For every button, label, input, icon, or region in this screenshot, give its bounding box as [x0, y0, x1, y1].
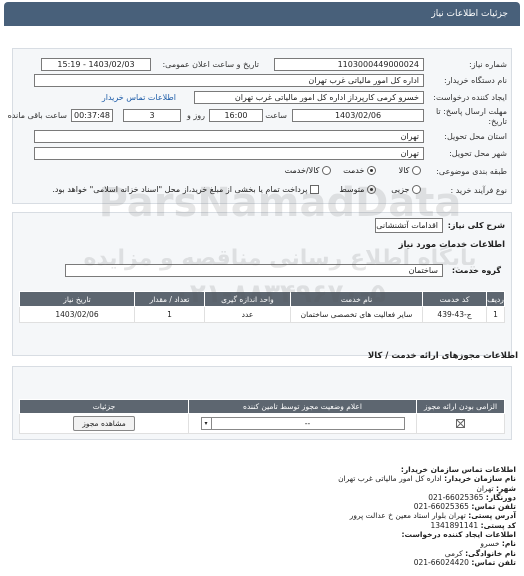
contact-city-row: شهر: تهران [476, 483, 516, 493]
contact-fax-row: دورنگار: 66025365-021 [428, 492, 516, 502]
checkbox-icon[interactable] [310, 185, 319, 194]
buyer-contact-link[interactable]: اطلاعات تماس خریدار [102, 93, 176, 102]
cell-row: 1 [486, 306, 505, 323]
permit-status-select[interactable]: -- ▾ [200, 417, 405, 430]
services-table-header: ردیف کد خدمت نام خدمت واحد اندازه گیری ت… [19, 291, 505, 307]
creator-field[interactable]: خسرو کرمی کارپرداز اداره کل امور مالیاتی… [194, 91, 424, 104]
province-field[interactable]: تهران [34, 130, 424, 143]
radio-icon[interactable] [412, 166, 421, 175]
col-status: اعلام وضعیت مجوز توسط تامین کننده [188, 399, 417, 414]
table-row[interactable]: -- ▾ مشاهده مجوز [19, 413, 505, 434]
cell-details: مشاهده مجوز [19, 413, 189, 434]
creator-name-row: نام: خسرو [480, 539, 516, 549]
col-date: تاریخ نیاز [19, 291, 135, 307]
contact-info: اطلاعات تماس سازمان خریدار: نام سازمان خ… [8, 465, 516, 567]
category-option-goods-service[interactable]: کالا/خدمت [285, 166, 331, 175]
contact-org-row: نام سازمان خریدار: اداره کل امور مالیاتی… [338, 474, 516, 484]
col-details: جزئیات [19, 399, 189, 414]
cell-status: -- ▾ [188, 413, 417, 434]
buyer-label: نام دستگاه خریدار: [444, 76, 507, 85]
deadline-time-field[interactable]: 16:00 [209, 109, 263, 122]
need-number-field[interactable]: 1103000449000024 [274, 58, 424, 71]
category-option-service[interactable]: خدمت [343, 166, 376, 175]
cell-qty: 1 [134, 306, 205, 323]
process-label: نوع فرآیند خرید : [450, 186, 507, 195]
checkbox-x-icon [456, 419, 465, 429]
cell-date: 1403/02/06 [19, 306, 135, 323]
need-details-panel: شماره نیاز: 1103000449000024 تاریخ و ساع… [8, 48, 512, 204]
days-label: روز و [187, 111, 205, 120]
remaining-time-field[interactable]: 00:37:48 [71, 109, 113, 122]
page-title: جزئیات اطلاعات نیاز [431, 9, 508, 19]
deadline-label: مهلت ارسال پاسخ: تا [435, 107, 507, 116]
col-code: کد خدمت [422, 291, 487, 307]
cell-code: ج-43-439 [422, 306, 487, 323]
city-label: شهر محل تحویل: [449, 149, 507, 158]
buyer-field[interactable]: اداره کل امور مالیاتی غرب تهران [34, 74, 424, 87]
contact-address-row: آدرس پستی: تهران بلوار استاد معین خ عدال… [349, 511, 516, 521]
permits-section-title: اطلاعات مجوزهای ارائه خدمت / کالا [367, 351, 518, 361]
remaining-label: ساعت باقی مانده [7, 111, 67, 120]
permit-status-value: -- [304, 419, 311, 428]
col-row: ردیف [486, 291, 505, 307]
province-label: استان محل تحویل: [444, 132, 507, 141]
permits-table: الزامی بودن ارائه مجوز اعلام وضعیت مجوز … [19, 399, 505, 434]
cell-required [416, 413, 505, 434]
payment-treasury-checkbox[interactable]: پرداخت تمام یا بخشی از مبلغ خرید،از محل … [52, 185, 319, 194]
services-panel: شرح کلی نیاز: اقدامات آتشنشانی اطلاعات خ… [12, 212, 512, 356]
view-permit-button[interactable]: مشاهده مجوز [73, 416, 135, 431]
city-field[interactable]: تهران [34, 147, 424, 160]
services-table-wrap: ردیف کد خدمت نام خدمت واحد اندازه گیری ت… [19, 291, 505, 323]
announce-field[interactable]: 1403/02/03 - 15:19 [41, 58, 151, 71]
radio-checked-icon[interactable] [367, 166, 376, 175]
process-option-minor[interactable]: جزیی [391, 185, 421, 194]
chevron-down-icon[interactable]: ▾ [202, 418, 212, 429]
services-table: ردیف کد خدمت نام خدمت واحد اندازه گیری ت… [19, 291, 505, 323]
creator-family-row: نام خانوادگی: کرمی [444, 548, 516, 558]
deadline-date-field[interactable]: 1403/02/06 [292, 109, 424, 122]
announce-label: تاریخ و ساعت اعلان عمومی: [162, 60, 259, 69]
deadline-date-label: تاریخ: [488, 117, 507, 126]
time-label: ساعت [265, 111, 287, 120]
category-label: طبقه بندی موضوعی: [436, 167, 507, 176]
services-section-title: اطلاعات خدمات مورد نیاز [398, 240, 505, 250]
need-number-label: شماره نیاز: [469, 60, 507, 69]
summary-label: شرح کلی نیاز: [447, 221, 505, 230]
radio-icon[interactable] [322, 166, 331, 175]
contact-postal-row: کد پستی: 1341891141 [430, 520, 516, 530]
cell-name: سایر فعالیت های تخصصی ساختمان [290, 306, 423, 323]
creator-phone-row: تلفن تماس: 66024420-021 [413, 557, 516, 567]
contact-title-row: اطلاعات تماس سازمان خریدار: [400, 465, 516, 474]
cell-unit: عدد [204, 306, 291, 323]
service-group-label: گروه خدمت: [451, 266, 501, 275]
permits-table-wrap: الزامی بودن ارائه مجوز اعلام وضعیت مجوز … [19, 399, 505, 434]
category-option-goods[interactable]: کالا [399, 166, 421, 175]
page-header: جزئیات اطلاعات نیاز [4, 2, 520, 26]
process-option-medium[interactable]: متوسط [339, 185, 376, 194]
radio-icon[interactable] [412, 185, 421, 194]
col-required: الزامی بودن ارائه مجوز [416, 399, 505, 414]
col-qty: تعداد / مقدار [134, 291, 205, 307]
radio-checked-icon[interactable] [367, 185, 376, 194]
creator-label: ایجاد کننده درخواست: [433, 93, 507, 102]
days-field[interactable]: 3 [123, 109, 181, 122]
table-row[interactable]: 1 ج-43-439 سایر فعالیت های تخصصی ساختمان… [19, 306, 505, 323]
col-name: نام خدمت [290, 291, 423, 307]
permits-table-header: الزامی بودن ارائه مجوز اعلام وضعیت مجوز … [19, 399, 505, 414]
col-unit: واحد اندازه گیری [204, 291, 291, 307]
summary-field[interactable]: اقدامات آتشنشانی [375, 218, 443, 233]
permits-panel: الزامی بودن ارائه مجوز اعلام وضعیت مجوز … [12, 366, 512, 440]
service-group-field[interactable]: ساختمان [65, 264, 443, 277]
creator-title-row: اطلاعات ایجاد کننده درخواست: [401, 530, 517, 540]
